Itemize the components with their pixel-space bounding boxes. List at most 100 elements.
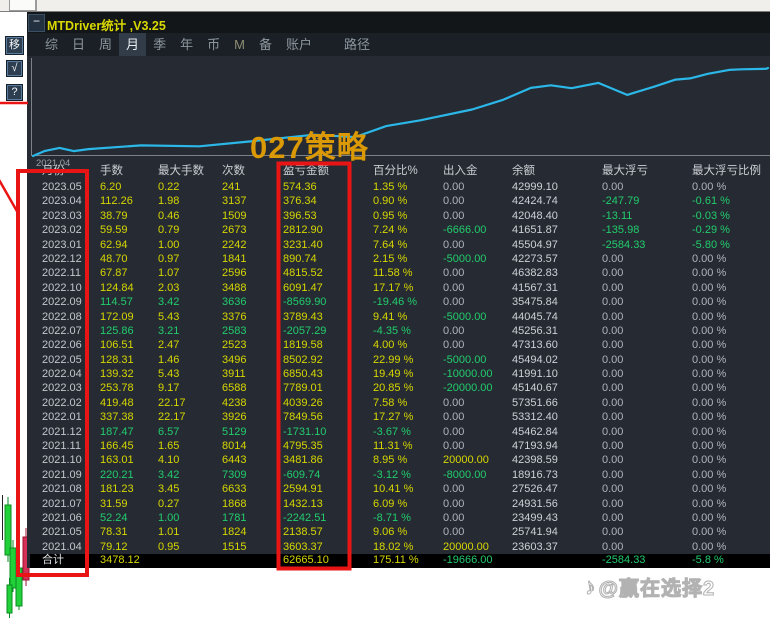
cell-5: 0.95 % bbox=[373, 209, 408, 222]
cell-9: -0.03 % bbox=[692, 209, 730, 222]
cell-0: 2021.10 bbox=[42, 454, 82, 467]
table-row: 2023.02 59.59 0.79 2673 2812.90 7.24 % -6666.0… bbox=[30, 223, 770, 237]
minimize-button[interactable]: − bbox=[28, 14, 45, 32]
cell-3: 6443 bbox=[222, 454, 247, 467]
cell-9: 0.00 % bbox=[692, 382, 727, 395]
menu-item-年[interactable]: 年 bbox=[173, 33, 200, 56]
cell-7: 45256.31 bbox=[512, 324, 558, 337]
cell-4: 6850.43 bbox=[283, 368, 323, 381]
cell-8: 0.00 bbox=[602, 353, 624, 366]
cell-2: 0.95 bbox=[158, 540, 180, 553]
cell-3: 1824 bbox=[222, 526, 247, 539]
cell-6: 0.00 bbox=[443, 483, 465, 496]
cell-4: 1432.13 bbox=[283, 497, 323, 510]
table-row: 2022.07 125.86 3.21 2583 -2057.29 -4.35 % 0.00… bbox=[30, 324, 770, 338]
move-window-button[interactable]: 移 bbox=[5, 36, 24, 55]
cell-2: 3.45 bbox=[158, 483, 180, 496]
menu-item-path[interactable]: 路径 bbox=[338, 33, 376, 56]
cell-6: 0.00 bbox=[443, 511, 465, 524]
cell-4: 3231.40 bbox=[283, 238, 323, 251]
cell-3: 2596 bbox=[222, 267, 247, 280]
cell-6: 20000.00 bbox=[443, 454, 489, 467]
help-button[interactable]: ? bbox=[6, 84, 23, 101]
cell-7: 45504.97 bbox=[512, 238, 558, 251]
cell-5: 6.09 % bbox=[373, 497, 408, 510]
menu-item-季[interactable]: 季 bbox=[146, 33, 173, 56]
cell-0: 2021.04 bbox=[42, 540, 82, 553]
cell-1: 52.24 bbox=[100, 511, 128, 524]
cell-8: 0.00 bbox=[602, 511, 624, 524]
cell-5: 10.41 % bbox=[373, 483, 414, 496]
window-titlebar[interactable]: − MTDriver统计 ,V3.25 bbox=[27, 12, 770, 33]
music-note-icon: ♪ bbox=[581, 572, 599, 601]
cell-1: 手数 bbox=[100, 165, 123, 177]
table-row: 2022.03 253.78 9.17 6588 7789.01 20.85 % -2000… bbox=[30, 381, 770, 395]
cell-7: 57351.66 bbox=[512, 396, 558, 409]
cell-7: 41991.10 bbox=[512, 368, 558, 381]
cell-9: 0.00 % bbox=[692, 396, 727, 409]
cell-7: 45494.02 bbox=[512, 353, 558, 366]
cell-2 bbox=[158, 554, 222, 568]
menu-item-账户[interactable]: 账户 bbox=[279, 33, 319, 56]
menu-item-币[interactable]: 币 bbox=[200, 33, 227, 56]
menu-item-日[interactable]: 日 bbox=[65, 33, 92, 56]
cell-6: -5000.00 bbox=[443, 252, 487, 265]
cell-4: 3789.43 bbox=[283, 310, 323, 323]
cell-9: 0.00 % bbox=[692, 310, 727, 323]
cell-4: 2594.91 bbox=[283, 483, 323, 496]
table-row: 2021.07 31.59 0.27 1868 1432.13 6.09 % 0.00 249… bbox=[30, 497, 770, 511]
cell-3: 2523 bbox=[222, 339, 247, 352]
cell-6: 0.00 bbox=[443, 324, 465, 337]
cell-4: 3481.86 bbox=[283, 454, 323, 467]
cell-1: 419.48 bbox=[100, 396, 134, 409]
red-marker-line-diagonal bbox=[0, 178, 20, 214]
cell-0: 2022.12 bbox=[42, 252, 82, 265]
cell-4: 3603.37 bbox=[283, 540, 323, 553]
cell-2: 3.42 bbox=[158, 468, 180, 481]
cell-7: 47313.60 bbox=[512, 339, 558, 352]
cell-4: -1731.10 bbox=[283, 425, 327, 438]
table-row: 2022.04 139.32 5.43 3911 6850.43 19.49 % -1000… bbox=[30, 367, 770, 381]
cell-0: 2022.08 bbox=[42, 310, 82, 323]
cell-7: 24931.56 bbox=[512, 497, 558, 510]
cell-0: 2022.02 bbox=[42, 396, 82, 409]
cell-1: 128.31 bbox=[100, 353, 134, 366]
cell-7: 23603.37 bbox=[512, 540, 558, 553]
check-button[interactable]: √ bbox=[6, 60, 23, 77]
cell-5: 18.02 % bbox=[373, 540, 414, 553]
cell-4: 8502.92 bbox=[283, 353, 323, 366]
cell-9: 0.00 % bbox=[692, 281, 727, 294]
cell-9: 0.00 % bbox=[692, 468, 727, 481]
cell-4: 2812.90 bbox=[283, 224, 323, 237]
cell-0: 2023.04 bbox=[42, 195, 82, 208]
menu-item-周[interactable]: 周 bbox=[92, 33, 119, 56]
host-toolbar-button[interactable] bbox=[9, 0, 36, 11]
cell-2: 3.21 bbox=[158, 324, 180, 337]
cell-4: 890.74 bbox=[283, 252, 317, 265]
cell-3: 7309 bbox=[222, 468, 247, 481]
cell-8: 0.00 bbox=[602, 454, 624, 467]
menu-item-月[interactable]: 月 bbox=[119, 33, 147, 56]
menu-item-M[interactable]: M bbox=[227, 33, 252, 56]
cell-4: 6091.47 bbox=[283, 281, 323, 294]
cell-8: 0.00 bbox=[602, 382, 624, 395]
cell-7: 25741.94 bbox=[512, 526, 558, 539]
menu-item-备[interactable]: 备 bbox=[252, 33, 279, 56]
cell-7: 53312.40 bbox=[512, 411, 558, 424]
cell-0: 2022.04 bbox=[42, 368, 82, 381]
cell-6: 0.00 bbox=[443, 195, 465, 208]
cell-3: 3488 bbox=[222, 281, 247, 294]
cell-2: 4.10 bbox=[158, 454, 180, 467]
cell-7: 27526.47 bbox=[512, 483, 558, 496]
host-toolbar bbox=[0, 0, 770, 12]
cell-8: 0.00 bbox=[602, 468, 624, 481]
cell-5: -3.12 % bbox=[373, 468, 411, 481]
menu-item-综[interactable]: 综 bbox=[38, 33, 65, 56]
cell-5: 20.85 % bbox=[373, 382, 414, 395]
table-row: 2022.01 337.38 22.17 3926 7849.56 17.27 % 0.00… bbox=[30, 410, 770, 424]
cell-1: 106.51 bbox=[100, 339, 134, 352]
cell-0: 2023.05 bbox=[42, 181, 82, 193]
cell-3: 3137 bbox=[222, 195, 247, 208]
cell-7: 45462.84 bbox=[512, 425, 558, 438]
cell-3: 1841 bbox=[222, 252, 247, 265]
